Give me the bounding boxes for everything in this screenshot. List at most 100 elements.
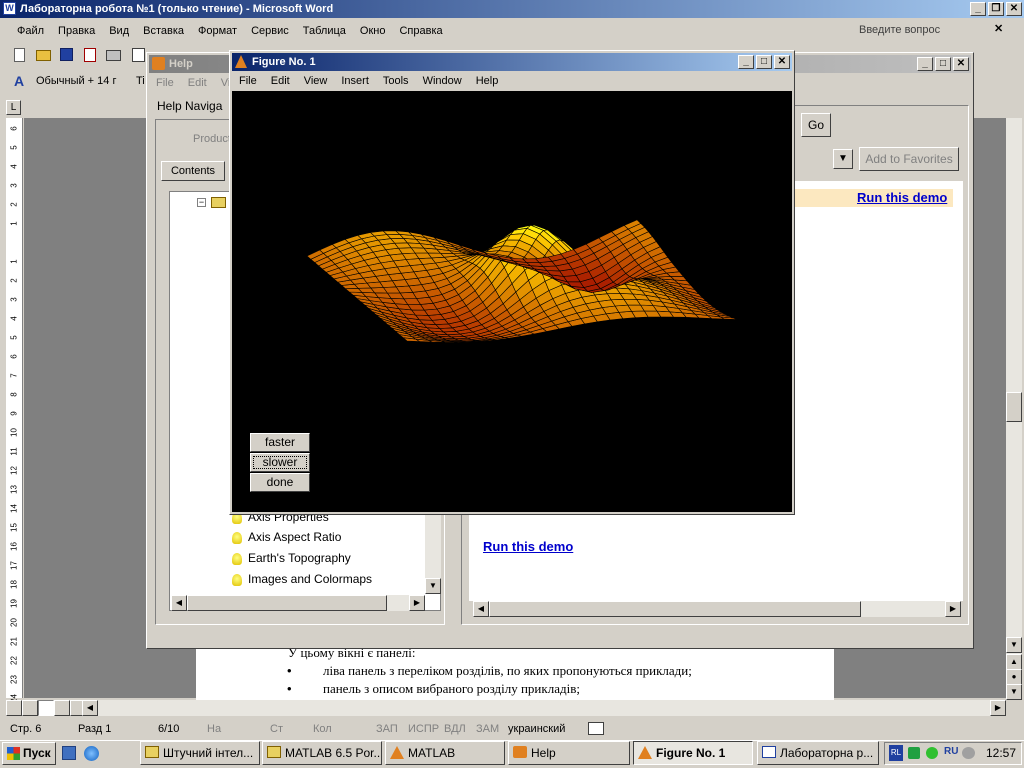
task-ai-folder[interactable]: Штучний інтел... [140, 741, 260, 765]
task-matlab[interactable]: MATLAB [385, 741, 505, 765]
word-menu-window[interactable]: Окно [353, 25, 393, 37]
word-menu-view[interactable]: Вид [102, 25, 136, 37]
ruler-tick-label: 16 [9, 542, 19, 551]
word-hscroll-left-icon[interactable]: ◀ [82, 700, 98, 716]
help-menu-file[interactable]: File [149, 77, 181, 89]
word-menu-table[interactable]: Таблица [296, 25, 353, 37]
status-trk[interactable]: ИСПР [408, 720, 439, 738]
word-menu-file[interactable]: Файл [10, 25, 51, 37]
tree-hscroll-left-icon[interactable]: ◀ [171, 595, 187, 611]
word-browse-object-icon[interactable]: ● [1006, 669, 1022, 685]
tree-item-earths-topography[interactable]: Earth's Topography [232, 551, 351, 565]
print-view-icon[interactable] [38, 700, 54, 716]
content-hscroll-thumb[interactable] [489, 601, 861, 617]
figure-titlebar[interactable]: Figure No. 1 _ □ ✕ [232, 53, 792, 71]
task-word-doc[interactable]: Лабораторна р... [757, 741, 879, 765]
tray-lang-indicator[interactable]: RU [944, 746, 958, 757]
word-vscroll-thumb[interactable] [1006, 392, 1022, 422]
tab-contents[interactable]: Contents [161, 161, 225, 181]
word-menu-help[interactable]: Справка [392, 25, 449, 37]
tray-app-icon-2[interactable] [926, 747, 938, 759]
task-figure[interactable]: Figure No. 1 [633, 741, 753, 765]
word-app-icon: W [3, 2, 16, 15]
tray-app-icon-3[interactable] [962, 747, 975, 759]
go-button[interactable]: Go [801, 113, 831, 137]
close-doc-icon[interactable]: ✕ [994, 22, 1003, 35]
tree-collapse-icon[interactable]: − [197, 198, 206, 207]
open-icon[interactable] [36, 50, 51, 61]
figure-menu-help[interactable]: Help [469, 75, 506, 87]
help-minimize-icon[interactable]: _ [917, 57, 933, 71]
tree-item-axis-aspect-ratio[interactable]: Axis Aspect Ratio [232, 530, 341, 544]
style-dropdown[interactable]: Обычный + 14 г [34, 73, 132, 90]
preview-icon[interactable] [132, 48, 145, 62]
word-menu-format[interactable]: Формат [191, 25, 244, 37]
figure-menu-file[interactable]: File [232, 75, 264, 87]
word-titlebar[interactable]: W Лабораторна робота №1 (только чтение) … [0, 0, 1024, 18]
styles-pane-icon[interactable]: A [14, 73, 24, 89]
start-button[interactable]: Пуск [2, 742, 56, 765]
tree-item-images-colormaps[interactable]: Images and Colormaps [232, 572, 372, 586]
status-page: Стр. 6 [10, 723, 42, 735]
status-ovr[interactable]: ЗАМ [476, 720, 499, 738]
status-rec[interactable]: ЗАП [376, 720, 398, 738]
run-demo-link-top[interactable]: Run this demo [857, 190, 947, 205]
print-icon[interactable] [106, 50, 121, 61]
new-icon[interactable] [14, 48, 25, 62]
ruler-tab-selector[interactable]: L [6, 100, 21, 115]
tray-app-icon-1[interactable] [908, 747, 920, 759]
location-dropdown-icon[interactable]: ▼ [833, 149, 853, 169]
word-hscrollbar[interactable] [96, 700, 1006, 716]
figure-canvas[interactable]: faster slower done [232, 91, 792, 512]
word-menu-tools[interactable]: Сервис [244, 25, 296, 37]
ruler-tick-label: 9 [9, 411, 19, 416]
word-hscroll-right-icon[interactable]: ▶ [990, 700, 1006, 716]
word-menu-edit[interactable]: Правка [51, 25, 102, 37]
slower-button[interactable]: slower [250, 453, 310, 472]
figure-menu-edit[interactable]: Edit [264, 75, 297, 87]
ruler-tick-label: 17 [9, 561, 19, 570]
web-view-icon[interactable] [22, 700, 38, 716]
figure-menu-window[interactable]: Window [416, 75, 469, 87]
tray-language-icon[interactable]: RL [889, 745, 903, 761]
help-menu-edit[interactable]: Edit [181, 77, 214, 89]
tree-hscroll-thumb[interactable] [187, 595, 387, 611]
word-next-page-icon[interactable]: ▼ [1006, 684, 1022, 700]
permission-icon[interactable] [84, 48, 96, 62]
word-app-icon [762, 746, 776, 758]
word-prev-page-icon[interactable]: ▲ [1006, 654, 1022, 670]
show-desktop-icon[interactable] [62, 746, 76, 760]
figure-menu-tools[interactable]: Tools [376, 75, 416, 87]
tree-scroll-down-icon[interactable]: ▼ [425, 578, 441, 594]
faster-button[interactable]: faster [250, 433, 310, 452]
status-ext[interactable]: ВДЛ [444, 720, 466, 738]
minimize-icon[interactable]: _ [970, 2, 986, 16]
restore-icon[interactable]: ❐ [988, 2, 1004, 16]
close-icon[interactable]: ✕ [1006, 2, 1022, 16]
figure-close-icon[interactable]: ✕ [774, 55, 790, 69]
figure-menu-view[interactable]: View [297, 75, 335, 87]
content-hscroll-right-icon[interactable]: ▶ [945, 601, 961, 617]
content-hscroll-left-icon[interactable]: ◀ [473, 601, 489, 617]
word-menu-insert[interactable]: Вставка [136, 25, 191, 37]
outline-view-icon[interactable] [54, 700, 70, 716]
status-section: Разд 1 [78, 723, 112, 735]
help-maximize-icon[interactable]: □ [935, 57, 951, 71]
normal-view-icon[interactable] [6, 700, 22, 716]
help-close-icon[interactable]: ✕ [953, 57, 969, 71]
figure-maximize-icon[interactable]: □ [756, 55, 772, 69]
save-icon[interactable] [60, 48, 73, 61]
task-help[interactable]: Help [508, 741, 630, 765]
word-scroll-down-icon[interactable]: ▼ [1006, 637, 1022, 653]
ask-question-box[interactable]: Введите вопрос [855, 22, 1009, 39]
figure-minimize-icon[interactable]: _ [738, 55, 754, 69]
done-button[interactable]: done [250, 473, 310, 492]
run-demo-link-bottom[interactable]: Run this demo [483, 539, 573, 554]
tree-item-label: Images and Colormaps [248, 572, 373, 586]
tree-hscroll-right-icon[interactable]: ▶ [409, 595, 425, 611]
figure-menu-insert[interactable]: Insert [334, 75, 376, 87]
spelling-status-icon[interactable] [588, 722, 604, 735]
internet-explorer-icon[interactable] [84, 746, 99, 761]
task-matlab-folder[interactable]: MATLAB 6.5 Por... [262, 741, 382, 765]
add-to-favorites-button[interactable]: Add to Favorites [859, 147, 959, 171]
